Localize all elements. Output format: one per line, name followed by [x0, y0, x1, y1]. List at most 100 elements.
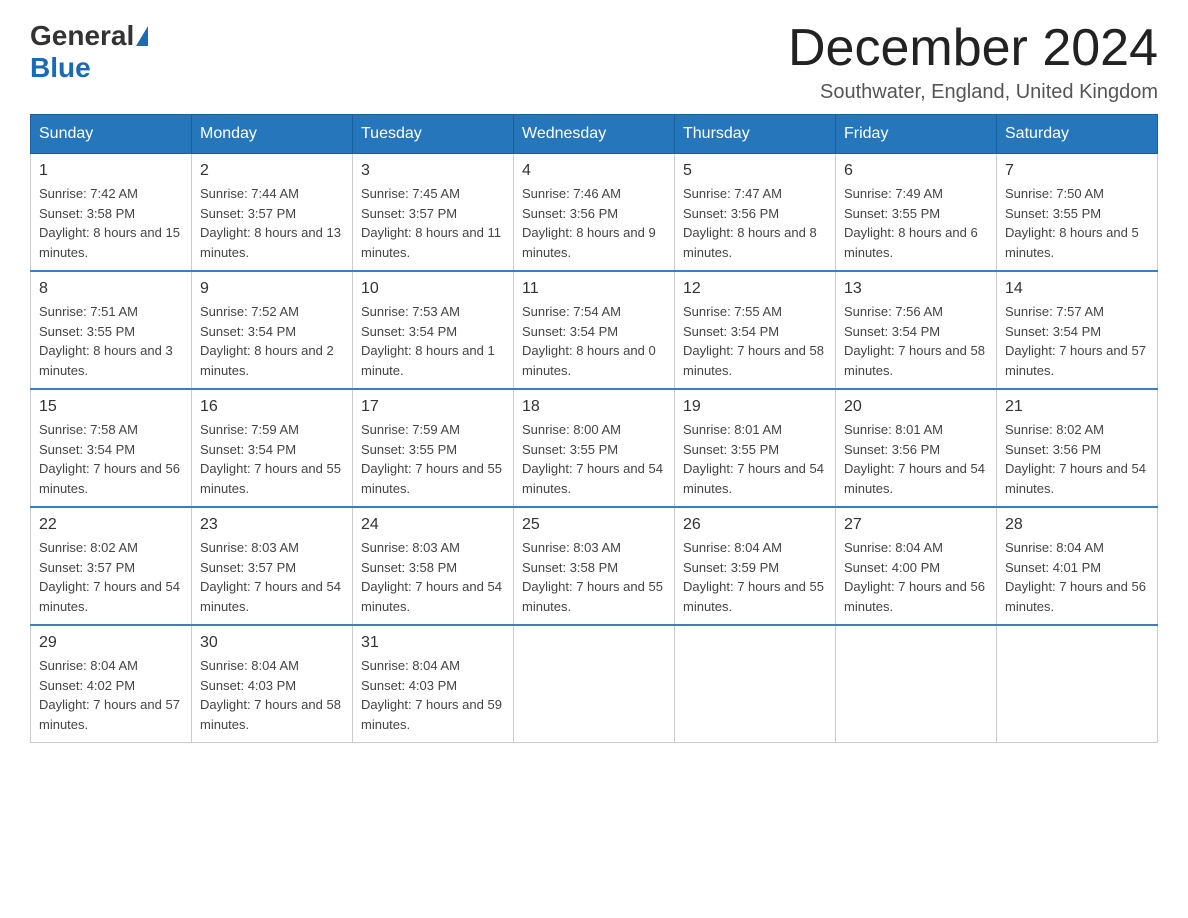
table-row: 29 Sunrise: 8:04 AMSunset: 4:02 PMDayligh… [31, 625, 192, 743]
table-row: 16 Sunrise: 7:59 AMSunset: 3:54 PMDayligh… [192, 389, 353, 507]
table-row: 31Sunrise: 8:04 AMSunset: 4:03 PMDayligh… [353, 625, 514, 743]
table-row: 2 Sunrise: 7:44 AMSunset: 3:57 PMDaylight… [192, 154, 353, 272]
day-number: 5 [683, 162, 827, 180]
table-row: 23 Sunrise: 8:03 AMSunset: 3:57 PMDayligh… [192, 507, 353, 625]
table-row: 4Sunrise: 7:46 AMSunset: 3:56 PMDaylight… [514, 154, 675, 272]
table-row: 3 Sunrise: 7:45 AMSunset: 3:57 PMDaylight… [353, 154, 514, 272]
col-friday: Friday [836, 115, 997, 154]
day-info: Sunrise: 7:59 AMSunset: 3:55 PMDaylight:… [361, 422, 502, 496]
day-info: Sunrise: 7:53 AMSunset: 3:54 PMDaylight:… [361, 304, 495, 378]
day-info: Sunrise: 7:45 AMSunset: 3:57 PMDaylight:… [361, 186, 501, 260]
day-number: 27 [844, 516, 988, 534]
table-row: 28 Sunrise: 8:04 AMSunset: 4:01 PMDayligh… [997, 507, 1158, 625]
day-number: 19 [683, 398, 827, 416]
day-number: 29 [39, 634, 183, 652]
calendar-week-row: 15Sunrise: 7:58 AMSunset: 3:54 PMDayligh… [31, 389, 1158, 507]
col-monday: Monday [192, 115, 353, 154]
day-number: 25 [522, 516, 666, 534]
col-wednesday: Wednesday [514, 115, 675, 154]
day-number: 14 [1005, 280, 1149, 298]
day-number: 12 [683, 280, 827, 298]
day-info: Sunrise: 8:02 AMSunset: 3:56 PMDaylight:… [1005, 422, 1146, 496]
day-number: 28 [1005, 516, 1149, 534]
day-number: 24 [361, 516, 505, 534]
day-number: 11 [522, 280, 666, 298]
title-section: December 2024 Southwater, England, Unite… [788, 20, 1158, 104]
day-info: Sunrise: 8:02 AMSunset: 3:57 PMDaylight:… [39, 540, 180, 614]
day-number: 13 [844, 280, 988, 298]
day-number: 17 [361, 398, 505, 416]
logo-general-text: General [30, 20, 134, 52]
table-row: 9Sunrise: 7:52 AMSunset: 3:54 PMDaylight… [192, 271, 353, 389]
day-info: Sunrise: 7:55 AMSunset: 3:54 PMDaylight:… [683, 304, 824, 378]
table-row: 15Sunrise: 7:58 AMSunset: 3:54 PMDayligh… [31, 389, 192, 507]
month-title: December 2024 [788, 20, 1158, 77]
day-info: Sunrise: 7:52 AMSunset: 3:54 PMDaylight:… [200, 304, 334, 378]
day-number: 2 [200, 162, 344, 180]
day-info: Sunrise: 8:04 AMSunset: 4:02 PMDaylight:… [39, 658, 180, 732]
table-row: 19Sunrise: 8:01 AMSunset: 3:55 PMDayligh… [675, 389, 836, 507]
table-row [997, 625, 1158, 743]
day-info: Sunrise: 7:49 AMSunset: 3:55 PMDaylight:… [844, 186, 978, 260]
table-row: 22 Sunrise: 8:02 AMSunset: 3:57 PMDayligh… [31, 507, 192, 625]
table-row: 6Sunrise: 7:49 AMSunset: 3:55 PMDaylight… [836, 154, 997, 272]
day-number: 1 [39, 162, 183, 180]
calendar-week-row: 29 Sunrise: 8:04 AMSunset: 4:02 PMDayligh… [31, 625, 1158, 743]
calendar-week-row: 1Sunrise: 7:42 AMSunset: 3:58 PMDaylight… [31, 154, 1158, 272]
table-row: 20 Sunrise: 8:01 AMSunset: 3:56 PMDayligh… [836, 389, 997, 507]
day-info: Sunrise: 8:03 AMSunset: 3:58 PMDaylight:… [361, 540, 502, 614]
day-number: 23 [200, 516, 344, 534]
day-info: Sunrise: 8:00 AMSunset: 3:55 PMDaylight:… [522, 422, 663, 496]
day-info: Sunrise: 8:03 AMSunset: 3:58 PMDaylight:… [522, 540, 663, 614]
table-row: 17 Sunrise: 7:59 AMSunset: 3:55 PMDayligh… [353, 389, 514, 507]
col-thursday: Thursday [675, 115, 836, 154]
day-number: 4 [522, 162, 666, 180]
day-info: Sunrise: 7:44 AMSunset: 3:57 PMDaylight:… [200, 186, 341, 260]
table-row: 12 Sunrise: 7:55 AMSunset: 3:54 PMDayligh… [675, 271, 836, 389]
location-text: Southwater, England, United Kingdom [788, 81, 1158, 104]
calendar-week-row: 22 Sunrise: 8:02 AMSunset: 3:57 PMDayligh… [31, 507, 1158, 625]
day-number: 26 [683, 516, 827, 534]
day-number: 3 [361, 162, 505, 180]
table-row [836, 625, 997, 743]
table-row: 24 Sunrise: 8:03 AMSunset: 3:58 PMDayligh… [353, 507, 514, 625]
day-info: Sunrise: 8:04 AMSunset: 4:01 PMDaylight:… [1005, 540, 1146, 614]
logo: General Blue [30, 20, 150, 84]
day-info: Sunrise: 8:04 AMSunset: 4:00 PMDaylight:… [844, 540, 985, 614]
day-info: Sunrise: 7:54 AMSunset: 3:54 PMDaylight:… [522, 304, 656, 378]
day-info: Sunrise: 8:04 AMSunset: 3:59 PMDaylight:… [683, 540, 824, 614]
table-row: 21Sunrise: 8:02 AMSunset: 3:56 PMDayligh… [997, 389, 1158, 507]
day-number: 10 [361, 280, 505, 298]
table-row: 5 Sunrise: 7:47 AMSunset: 3:56 PMDaylight… [675, 154, 836, 272]
day-info: Sunrise: 8:03 AMSunset: 3:57 PMDaylight:… [200, 540, 341, 614]
calendar-table: Sunday Monday Tuesday Wednesday Thursday… [30, 114, 1158, 743]
col-sunday: Sunday [31, 115, 192, 154]
day-info: Sunrise: 8:04 AMSunset: 4:03 PMDaylight:… [200, 658, 341, 732]
logo-triangle-icon [136, 26, 148, 46]
table-row: 26 Sunrise: 8:04 AMSunset: 3:59 PMDayligh… [675, 507, 836, 625]
day-info: Sunrise: 7:56 AMSunset: 3:54 PMDaylight:… [844, 304, 985, 378]
day-number: 30 [200, 634, 344, 652]
day-info: Sunrise: 7:57 AMSunset: 3:54 PMDaylight:… [1005, 304, 1146, 378]
day-info: Sunrise: 7:51 AMSunset: 3:55 PMDaylight:… [39, 304, 173, 378]
table-row: 14 Sunrise: 7:57 AMSunset: 3:54 PMDayligh… [997, 271, 1158, 389]
table-row: 18Sunrise: 8:00 AMSunset: 3:55 PMDayligh… [514, 389, 675, 507]
col-saturday: Saturday [997, 115, 1158, 154]
table-row: 13 Sunrise: 7:56 AMSunset: 3:54 PMDayligh… [836, 271, 997, 389]
table-row: 8 Sunrise: 7:51 AMSunset: 3:55 PMDaylight… [31, 271, 192, 389]
table-row [675, 625, 836, 743]
calendar-week-row: 8 Sunrise: 7:51 AMSunset: 3:55 PMDaylight… [31, 271, 1158, 389]
day-number: 16 [200, 398, 344, 416]
day-info: Sunrise: 8:01 AMSunset: 3:56 PMDaylight:… [844, 422, 985, 496]
day-info: Sunrise: 7:59 AMSunset: 3:54 PMDaylight:… [200, 422, 341, 496]
day-info: Sunrise: 7:47 AMSunset: 3:56 PMDaylight:… [683, 186, 817, 260]
table-row: 7Sunrise: 7:50 AMSunset: 3:55 PMDaylight… [997, 154, 1158, 272]
day-number: 8 [39, 280, 183, 298]
logo-blue-text: Blue [30, 52, 91, 83]
day-number: 22 [39, 516, 183, 534]
col-tuesday: Tuesday [353, 115, 514, 154]
day-number: 20 [844, 398, 988, 416]
day-info: Sunrise: 8:04 AMSunset: 4:03 PMDaylight:… [361, 658, 502, 732]
table-row: 27 Sunrise: 8:04 AMSunset: 4:00 PMDayligh… [836, 507, 997, 625]
table-row: 1Sunrise: 7:42 AMSunset: 3:58 PMDaylight… [31, 154, 192, 272]
